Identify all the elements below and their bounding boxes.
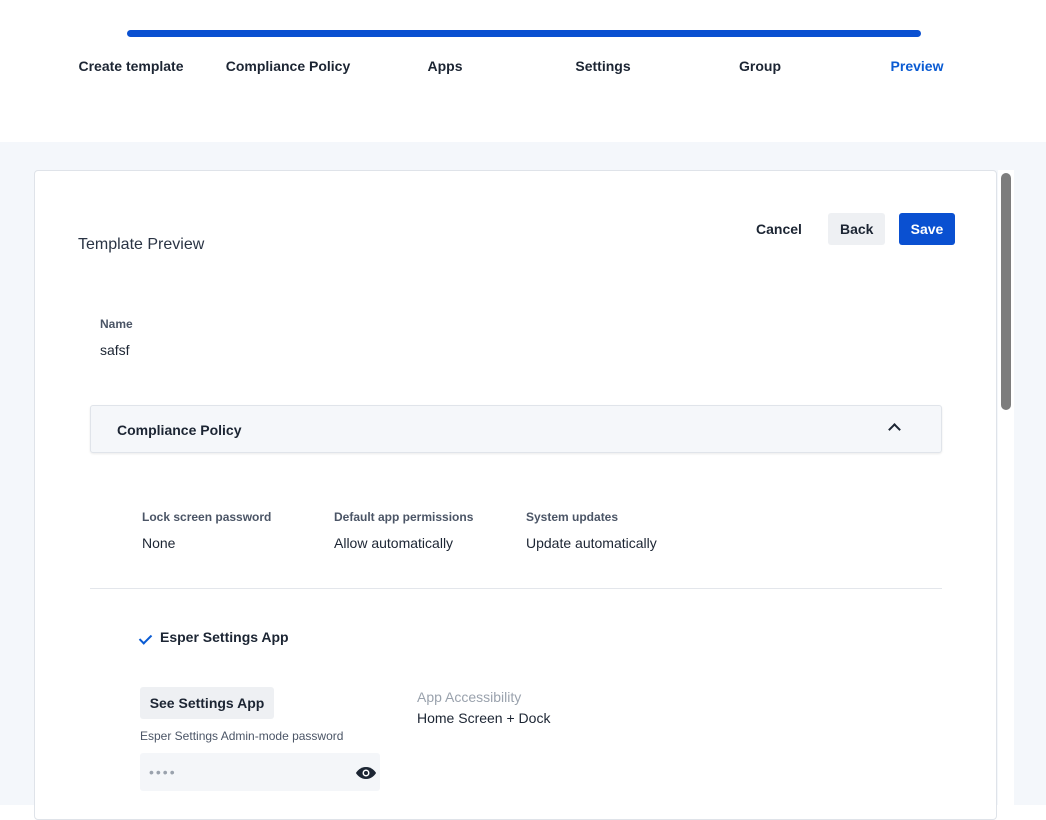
default-app-permissions-value: Allow automatically	[334, 535, 454, 551]
back-button[interactable]: Back	[828, 213, 886, 245]
step-settings[interactable]: Settings	[533, 58, 673, 74]
app-accessibility-label: App Accessibility	[417, 689, 522, 705]
step-compliance-policy[interactable]: Compliance Policy	[218, 58, 358, 74]
progress-bar	[127, 30, 921, 37]
step-group[interactable]: Group	[690, 58, 830, 74]
cancel-button[interactable]: Cancel	[744, 213, 814, 245]
lock-screen-password-value: None	[142, 535, 176, 551]
check-icon	[138, 631, 153, 645]
page-title: Template Preview	[78, 236, 205, 253]
stepper-header: Create template Compliance Policy Apps S…	[0, 0, 1046, 142]
system-updates-label: System updates	[526, 510, 619, 524]
system-updates-value: Update automatically	[526, 535, 657, 551]
step-apps[interactable]: Apps	[375, 58, 515, 74]
eye-icon[interactable]	[356, 767, 376, 779]
section-divider	[90, 588, 942, 589]
compliance-policy-accordion[interactable]: Compliance Policy	[90, 405, 942, 453]
name-label: Name	[100, 317, 133, 331]
esper-settings-app-label: Esper Settings App	[160, 629, 289, 645]
template-preview-card: Template Preview Cancel Back Save Name s…	[34, 170, 997, 820]
scrollbar-thumb[interactable]	[1001, 173, 1011, 410]
save-button[interactable]: Save	[899, 213, 955, 245]
step-preview[interactable]: Preview	[847, 58, 987, 74]
app-accessibility-value: Home Screen + Dock	[417, 710, 551, 726]
step-create-template[interactable]: Create template	[61, 58, 201, 74]
lock-screen-password-label: Lock screen password	[142, 510, 272, 524]
see-settings-app-button[interactable]: See Settings App	[140, 687, 274, 719]
admin-password-field[interactable]	[140, 753, 380, 791]
admin-password-label: Esper Settings Admin-mode password	[140, 729, 344, 743]
name-value: safsf	[100, 342, 130, 358]
default-app-permissions-label: Default app permissions	[334, 510, 474, 524]
accordion-title: Compliance Policy	[117, 422, 242, 438]
chevron-up-icon[interactable]	[888, 423, 901, 436]
